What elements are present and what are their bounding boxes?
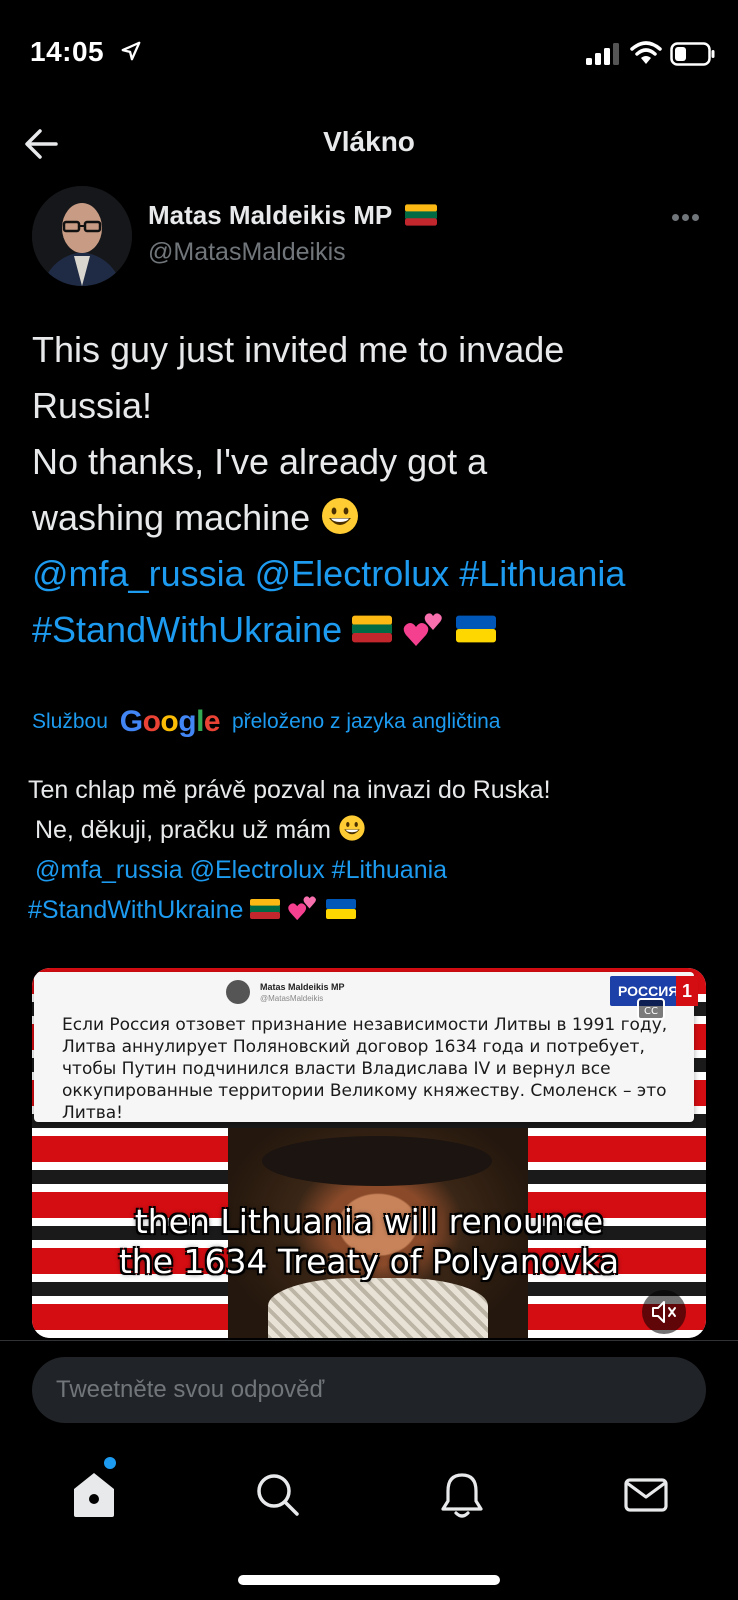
bottom-tab-bar — [0, 1445, 738, 1600]
mention-link[interactable]: @Electrolux — [190, 856, 325, 884]
hashtag-link[interactable]: #StandWithUkraine — [28, 896, 243, 924]
tweet-line: No thanks, I've already got a — [32, 441, 488, 482]
lithuania-flag-icon — [352, 616, 393, 643]
lithuania-flag-icon — [404, 204, 437, 226]
translation-attribution[interactable]: Službou Google přeloženo z jazyka anglič… — [32, 702, 501, 738]
hashtag-link[interactable]: #StandWithUkraine — [32, 609, 342, 650]
avatar[interactable] — [32, 186, 132, 286]
speaker-muted-icon — [652, 1301, 676, 1323]
hashtag-link[interactable]: #Lithuania — [459, 553, 625, 594]
translated-line-with-emoji: Ne, děkuji, pračku už mám — [28, 810, 718, 850]
reply-input[interactable] — [32, 1357, 706, 1423]
translated-text: Ten chlap mě právě pozval na invazi do R… — [28, 770, 718, 930]
author-name[interactable]: Matas Maldeikis MP — [148, 200, 437, 231]
tweet-line: Russia! — [32, 385, 153, 426]
video-subtitle: the 1634 Treaty of Polyanovka — [118, 1242, 620, 1281]
ukraine-flag-icon — [456, 616, 497, 643]
channel-number: 1 — [676, 976, 699, 1006]
more-options-icon[interactable] — [672, 208, 708, 224]
tweet-line: This guy just invited me to invade — [32, 329, 565, 370]
status-time: 14:05 — [30, 36, 105, 67]
avatar-image — [32, 186, 132, 286]
ukraine-flag-icon — [326, 899, 357, 920]
svg-text:CC: CC — [644, 1006, 658, 1017]
cellular-signal-icon — [586, 43, 619, 65]
tweet-links-line: @mfa_russia @Electrolux #Lithuania — [32, 546, 722, 602]
painting-hat — [262, 1136, 492, 1186]
translation-suffix: přeloženo z jazyka angličtina — [231, 710, 501, 733]
translated-line: Ten chlap mě právě pozval na invazi do R… — [28, 776, 551, 804]
mention-link[interactable]: @mfa_russia — [32, 553, 245, 594]
card-text: Если Россия отзовет признание независимо… — [62, 1015, 668, 1123]
translated-line: Ne, děkuji, pračku už mám — [28, 816, 331, 844]
location-arrow-icon — [121, 41, 141, 61]
author-handle[interactable]: @MatasMaldeikis — [148, 238, 346, 267]
home-icon[interactable] — [64, 1465, 124, 1525]
two-hearts-emoji-icon — [288, 896, 317, 921]
tweet-line: washing machine — [32, 497, 311, 538]
notification-dot — [104, 1457, 116, 1469]
translated-hashtag-line: #StandWithUkraine — [28, 890, 718, 930]
card-handle: @MatasMaldeikis — [260, 994, 324, 1003]
card-avatar — [226, 980, 250, 1004]
card-author: Matas Maldeikis MP — [260, 982, 345, 992]
video-embedded-tweet-card: Matas Maldeikis MP @MatasMaldeikis Если … — [34, 972, 694, 1123]
video-player[interactable]: Matas Maldeikis MP @MatasMaldeikis Если … — [32, 968, 706, 1338]
mail-icon[interactable] — [616, 1465, 676, 1525]
tweet-hashtag-line: #StandWithUkraine — [32, 602, 722, 658]
mention-link[interactable]: @mfa_russia — [35, 856, 183, 884]
wifi-icon — [630, 41, 662, 64]
tweet-text: This guy just invited me to invade Russi… — [32, 322, 722, 658]
home-indicator — [238, 1575, 500, 1585]
author-name-text: Matas Maldeikis MP — [148, 200, 392, 230]
mute-button[interactable] — [642, 1290, 686, 1334]
closed-captions-icon[interactable]: CC — [636, 996, 666, 1022]
battery-icon — [670, 42, 715, 66]
grinning-face-emoji-icon — [339, 815, 365, 841]
search-icon[interactable] — [248, 1465, 308, 1525]
page-title: Vlákno — [323, 126, 415, 157]
thread-header: Vlákno — [0, 110, 738, 180]
reply-bar — [0, 1340, 738, 1440]
hashtag-link[interactable]: #Lithuania — [332, 856, 447, 884]
translation-prefix: Službou — [32, 710, 108, 733]
grinning-face-emoji-icon — [322, 498, 359, 535]
translated-links-line: @mfa_russia @Electrolux #Lithuania — [28, 850, 718, 890]
tweet-line-with-emoji: washing machine — [32, 490, 722, 546]
mention-link[interactable]: @Electrolux — [255, 553, 450, 594]
two-hearts-emoji-icon — [403, 613, 442, 647]
lithuania-flag-icon — [250, 899, 281, 920]
video-subtitle: then Lithuania will renounce — [134, 1202, 604, 1241]
status-bar: 14:05 — [0, 0, 738, 100]
google-logo: Google — [119, 705, 221, 738]
painting-collar — [268, 1278, 488, 1338]
bell-icon[interactable] — [432, 1465, 492, 1525]
